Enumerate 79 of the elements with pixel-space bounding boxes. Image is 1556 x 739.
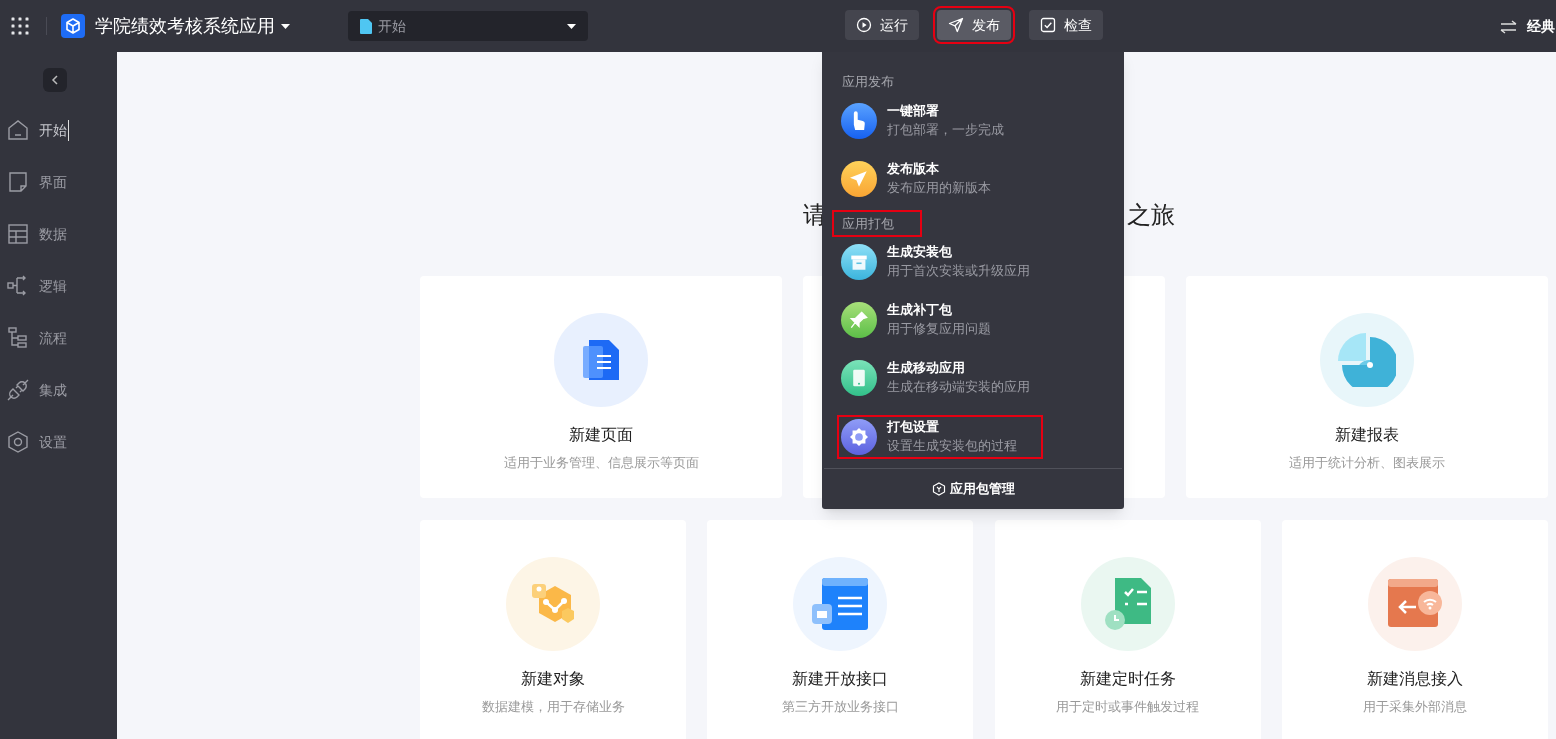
menu-item[interactable]: 生成安装包 用于首次安装或升级应用 [841, 243, 1043, 281]
sidebar-item[interactable]: 开始 [7, 104, 69, 156]
pin-icon [841, 302, 877, 338]
send-icon [841, 160, 877, 197]
card[interactable]: 新建页面 适用于业务管理、信息展示等页面 [420, 276, 782, 498]
caret-icon [567, 23, 576, 29]
box-icon [841, 244, 877, 280]
toolbar-button[interactable]: 检查 [1029, 10, 1103, 40]
api-window-icon [810, 576, 871, 632]
card-description: 第三方开放业务接口 [781, 698, 899, 716]
mode-label: 经典 [1527, 17, 1555, 36]
menu-section-title: 应用打包 [834, 211, 920, 235]
swap-arrows-icon [1500, 19, 1517, 34]
sidebar-item[interactable]: 流程 [7, 312, 67, 364]
menu-item-description: 用于首次安装或升级应用 [887, 262, 1030, 280]
card[interactable]: 新建开放接口 第三方开放业务接口 [707, 520, 974, 739]
chevron-left-icon [51, 75, 59, 85]
menu-item-description: 设置生成安装包的过程 [887, 437, 1017, 455]
card-description: 数据建模，用于存储业务 [481, 698, 625, 716]
file-icon [360, 18, 372, 34]
card[interactable]: 新建对象 数据建模，用于存储业务 [420, 520, 686, 739]
menu-section-title: 应用发布 [841, 73, 895, 91]
menu-item-title: 打包设置 [887, 418, 940, 436]
card[interactable]: 新建定时任务 用于定时或事件触发过程 [994, 520, 1261, 739]
card-description: 用于定时或事件触发过程 [1056, 698, 1200, 716]
hexagon-graph-icon [530, 582, 576, 626]
card[interactable]: 新建报表 适用于统计分析、图表展示 [1186, 276, 1548, 498]
caret-icon [281, 23, 290, 29]
toolbar-button[interactable]: 运行 [845, 10, 919, 40]
sidebar-item[interactable]: 逻辑 [7, 260, 67, 312]
menu-item[interactable]: 发布版本 发布应用的新版本 [841, 159, 1043, 198]
gear-icon [841, 419, 877, 455]
plug-icon [7, 379, 29, 401]
card-description: 用于采集外部消息 [1363, 698, 1467, 716]
menu-item-title: 生成安装包 [887, 243, 953, 261]
card-title: 新建消息接入 [1367, 669, 1463, 689]
card-title: 新建对象 [521, 669, 585, 689]
sidebar-item[interactable]: 界面 [7, 156, 67, 208]
card[interactable]: 新建消息接入 用于采集外部消息 [1282, 520, 1548, 739]
hand-pointer-icon [841, 102, 877, 139]
hexagon-icon [931, 482, 946, 496]
app-cube-icon [61, 14, 85, 38]
apps-grid-icon [11, 17, 29, 35]
menu-item-title: 发布版本 [887, 159, 940, 178]
card-title: 新建页面 [569, 425, 633, 445]
settings-icon [7, 431, 29, 453]
package-management-link[interactable]: 应用包管理 [822, 469, 1124, 509]
sidebar-item[interactable]: 设置 [7, 416, 67, 468]
menu-item-title: 生成移动应用 [887, 359, 966, 377]
send-icon [948, 17, 964, 33]
menu-item-description: 发布应用的新版本 [887, 178, 991, 197]
app-title-dropdown[interactable]: 学院绩效考核系统应用 [95, 12, 290, 40]
document-icon [581, 338, 621, 382]
page-icon [7, 171, 29, 193]
home-icon [7, 119, 29, 141]
sidebar-item[interactable]: 数据 [7, 208, 67, 260]
menu-item-title: 生成补丁包 [887, 301, 953, 319]
timer-document-icon [1102, 576, 1153, 632]
card-title: 新建开放接口 [792, 669, 889, 689]
table-icon [7, 223, 29, 245]
collapse-button[interactable] [43, 68, 67, 92]
pie-chart-icon [1338, 333, 1396, 387]
checkbox-icon [1040, 17, 1056, 33]
page-select[interactable]: 开始 [348, 11, 588, 41]
play-icon [856, 17, 872, 33]
menu-item-description: 用于修复应用问题 [887, 320, 991, 338]
sidebar-item[interactable]: 集成 [7, 364, 67, 416]
menu-item-title: 一键部署 [887, 101, 940, 120]
card-title: 新建定时任务 [1079, 669, 1176, 689]
tablet-icon [841, 360, 877, 396]
card-description: 适用于统计分析、图表展示 [1289, 454, 1445, 472]
menu-item-description: 生成在移动端安装的应用 [887, 378, 1030, 396]
menu-item[interactable]: 生成补丁包 用于修复应用问题 [841, 301, 1043, 339]
flow-icon [7, 327, 29, 349]
menu-item[interactable]: 生成移动应用 生成在移动端安装的应用 [841, 359, 1043, 397]
menu-item[interactable]: 打包设置 设置生成安装包的过程 [839, 417, 1041, 457]
card-title: 新建报表 [1335, 425, 1399, 445]
card-description: 适用于业务管理、信息展示等页面 [503, 454, 699, 472]
heading-text: 之旅 [1127, 200, 1175, 230]
